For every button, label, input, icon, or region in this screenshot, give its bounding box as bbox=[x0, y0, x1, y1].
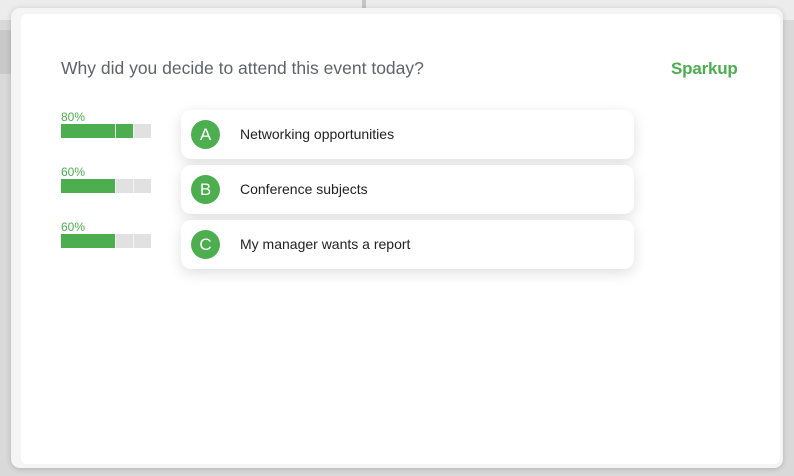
answer-option-c[interactable]: C My manager wants a report bbox=[181, 220, 634, 269]
result-segment-tick bbox=[133, 234, 134, 248]
answer-option-b[interactable]: B Conference subjects bbox=[181, 165, 634, 214]
result-segment-tick bbox=[115, 234, 116, 248]
result-bar-b: 60% bbox=[61, 165, 151, 195]
result-segment-tick bbox=[133, 179, 134, 193]
result-track-a bbox=[61, 124, 151, 138]
result-bar-a: 80% bbox=[61, 110, 151, 140]
result-fill-a bbox=[61, 124, 133, 138]
result-segment-tick bbox=[133, 124, 134, 138]
option-label-b: Conference subjects bbox=[240, 181, 368, 197]
option-label-c: My manager wants a report bbox=[240, 236, 411, 252]
option-letter-badge-a: A bbox=[191, 120, 220, 149]
result-fill-c bbox=[61, 234, 115, 248]
option-letter-badge-c: C bbox=[191, 230, 220, 259]
sparkup-logo: Sparkup bbox=[671, 59, 738, 78]
result-segment-tick bbox=[115, 179, 116, 193]
poll-question: Why did you decide to attend this event … bbox=[61, 58, 424, 78]
result-fill-b bbox=[61, 179, 115, 193]
option-label-a: Networking opportunities bbox=[240, 126, 395, 142]
result-percent-a: 80% bbox=[61, 110, 86, 124]
answer-option-a[interactable]: A Networking opportunities bbox=[181, 110, 634, 159]
result-segment-tick bbox=[115, 124, 116, 138]
result-percent-b: 60% bbox=[61, 165, 86, 179]
result-track-b bbox=[61, 179, 151, 193]
result-track-c bbox=[61, 234, 151, 248]
result-percent-c: 60% bbox=[61, 220, 86, 234]
result-bar-c: 60% bbox=[61, 220, 151, 250]
option-letter-badge-b: B bbox=[191, 175, 220, 204]
